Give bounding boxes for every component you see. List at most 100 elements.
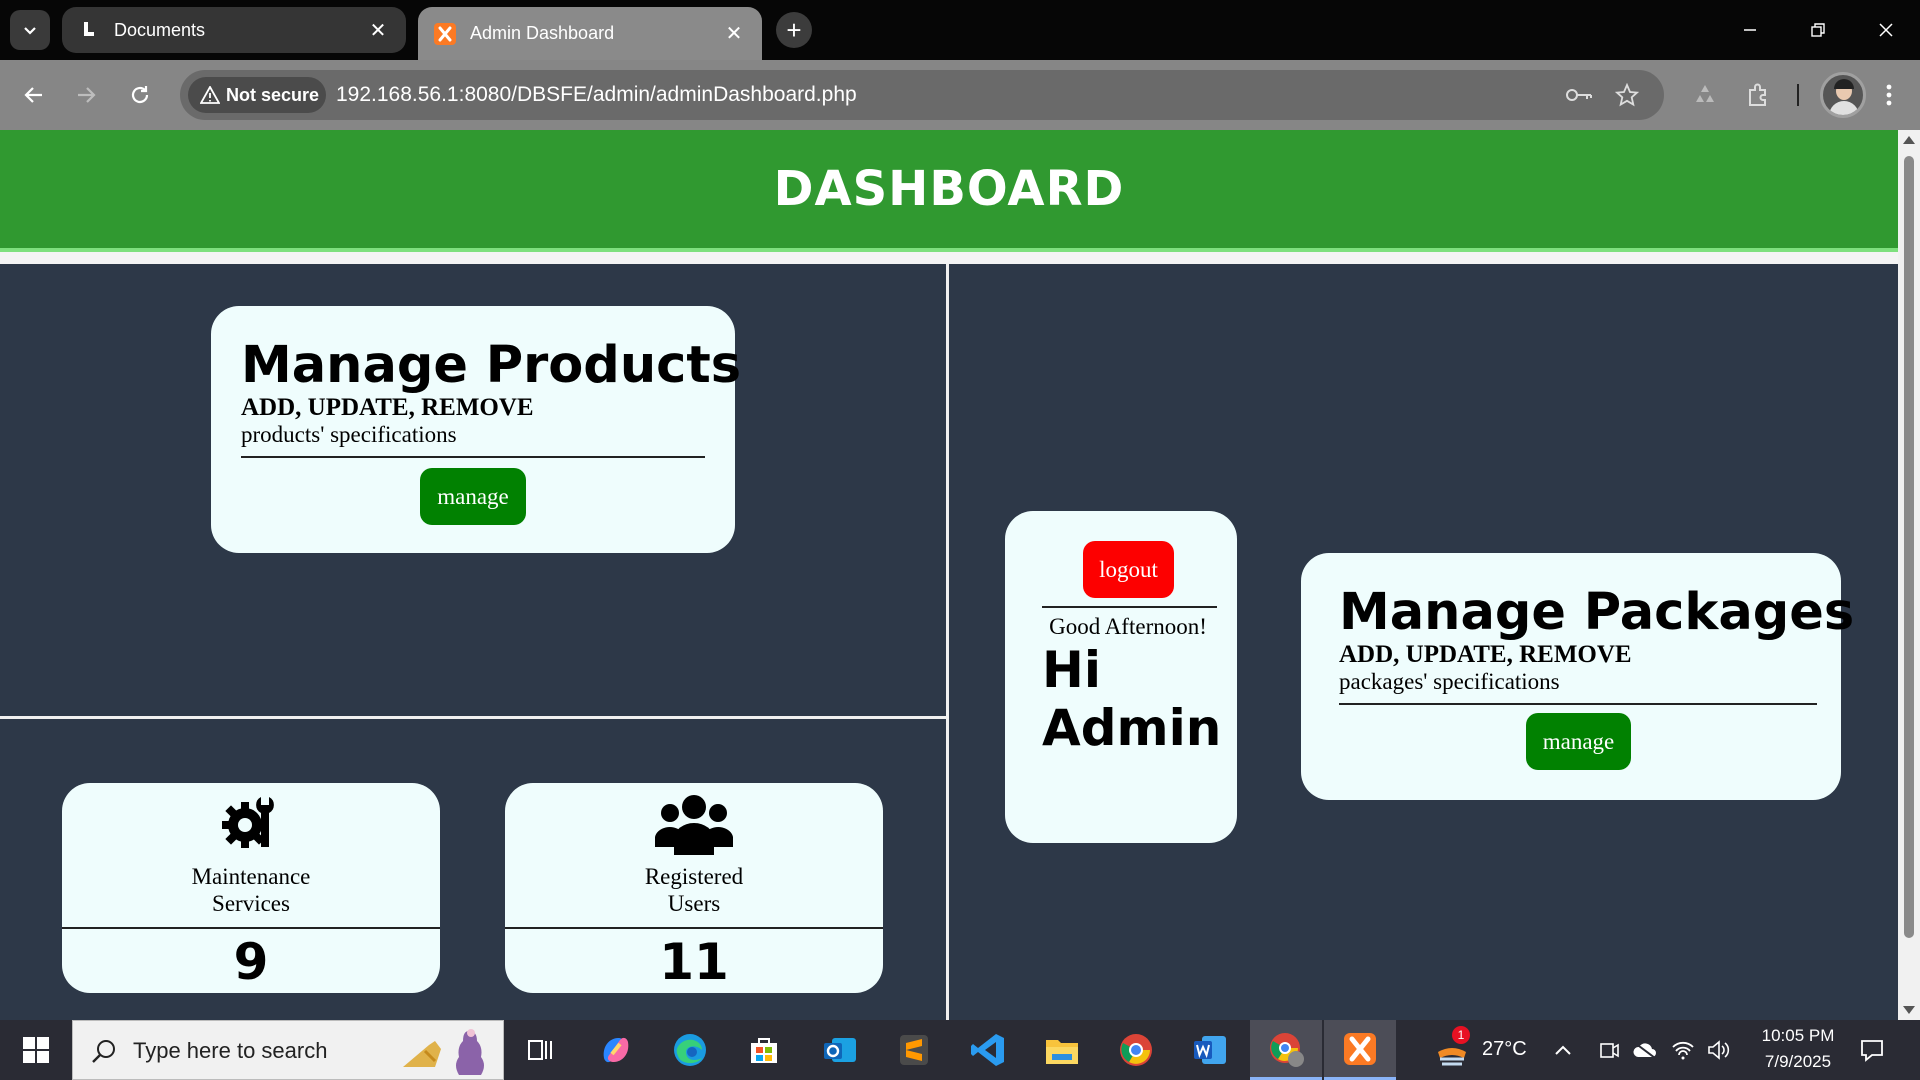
onedrive-icon[interactable] <box>1632 1026 1658 1074</box>
users-icon <box>655 789 733 857</box>
manage-products-button[interactable]: manage <box>420 468 526 525</box>
profile-avatar[interactable] <box>1820 72 1866 118</box>
meet-now-icon[interactable] <box>1596 1026 1622 1074</box>
wifi-icon[interactable] <box>1670 1026 1696 1074</box>
gear-wrench-icon <box>217 789 285 857</box>
address-bar[interactable]: Not secure 192.168.56.1:8080/DBSFE/admin… <box>180 70 1664 120</box>
scroll-down-icon[interactable] <box>1903 1006 1915 1014</box>
search-icon <box>92 1040 115 1063</box>
vscode-icon[interactable] <box>964 1026 1012 1074</box>
scroll-up-icon[interactable] <box>1903 136 1915 144</box>
taskbar-search-box[interactable]: Type here to search <box>72 1020 504 1080</box>
tab-title: Admin Dashboard <box>470 23 615 43</box>
notifications-icon[interactable] <box>1848 1026 1896 1074</box>
chrome-profile-icon[interactable] <box>1250 1020 1322 1080</box>
horizontal-divider <box>0 716 946 719</box>
show-hidden-icons-icon[interactable] <box>1548 1026 1578 1074</box>
label-line: Services <box>212 891 290 916</box>
card-title: Manage Packages <box>1339 583 1855 642</box>
label-line: Registered <box>644 864 744 889</box>
task-view-icon[interactable] <box>516 1026 564 1074</box>
weather-temperature[interactable]: 27°C <box>1482 1038 1527 1061</box>
scrollbar-thumb[interactable] <box>1904 156 1914 938</box>
close-window-button[interactable] <box>1852 0 1920 60</box>
close-icon[interactable]: ✕ <box>366 18 390 42</box>
chrome-icon[interactable] <box>1112 1026 1160 1074</box>
copilot-icon[interactable] <box>592 1026 640 1074</box>
arrow-right-icon <box>78 87 96 103</box>
bookmark-star-icon[interactable] <box>1612 80 1642 110</box>
restore-button[interactable] <box>1784 0 1852 60</box>
restore-icon <box>1811 23 1825 37</box>
search-placeholder: Type here to search <box>133 1038 328 1063</box>
search-highlight-illustration-icon <box>403 1029 484 1075</box>
toolbar-separator <box>1797 84 1799 106</box>
new-tab-button[interactable]: + <box>776 12 812 48</box>
clock-time[interactable]: 10:05 PM <box>1752 1026 1844 1046</box>
file-explorer-icon[interactable] <box>1038 1026 1086 1074</box>
more-menu-icon[interactable] <box>1872 78 1906 112</box>
manage-packages-button[interactable]: manage <box>1526 713 1631 770</box>
header-divider <box>0 252 1898 264</box>
card-divider <box>1339 703 1817 705</box>
admin-name: Admin <box>1042 699 1222 757</box>
card-description: products' specifications <box>241 422 457 447</box>
security-indicator[interactable]: Not secure <box>188 77 326 113</box>
registered-users-card: Registered Users 11 <box>505 783 883 993</box>
word-icon[interactable] <box>1186 1026 1234 1074</box>
label-line: Users <box>667 891 721 916</box>
greeting-card: logout Good Afternoon! Hi Admin <box>1005 511 1237 843</box>
microsoft-store-icon[interactable] <box>740 1026 788 1074</box>
edge-icon[interactable] <box>666 1026 714 1074</box>
tab-admin-dashboard[interactable]: Admin Dashboard ✕ <box>418 7 762 60</box>
minimize-button[interactable] <box>1716 0 1784 60</box>
card-actions: ADD, UPDATE, REMOVE <box>1339 641 1632 668</box>
reload-button[interactable] <box>120 75 160 115</box>
card-divider <box>1042 606 1217 608</box>
arrow-left-icon <box>24 87 42 103</box>
card-description: packages' specifications <box>1339 669 1560 694</box>
recycle-extension-icon[interactable] <box>1688 78 1722 112</box>
weather-badge: 1 <box>1452 1026 1470 1044</box>
tab-search-button[interactable] <box>10 10 50 50</box>
windows-logo-icon <box>23 1037 49 1063</box>
browser-tab-bar: Documents ✕ Admin Dashboard ✕ + <box>0 0 1920 60</box>
users-count: 11 <box>659 933 729 991</box>
warning-icon <box>200 86 220 104</box>
dashboard-header: DASHBOARD <box>0 130 1898 248</box>
password-key-icon[interactable] <box>1564 80 1594 110</box>
logout-button[interactable]: logout <box>1083 541 1174 598</box>
windows-taskbar: Type here to search 1 27°C 10:05 PM 7/9/… <box>0 1020 1920 1080</box>
start-button[interactable] <box>10 1020 62 1080</box>
page-title: DASHBOARD <box>773 161 1125 217</box>
card-title: Manage Products <box>241 336 742 395</box>
close-icon[interactable]: ✕ <box>722 22 746 46</box>
extensions-puzzle-icon[interactable] <box>1742 78 1776 112</box>
maintenance-count: 9 <box>233 933 269 991</box>
back-button[interactable] <box>14 75 54 115</box>
browser-toolbar: Not secure 192.168.56.1:8080/DBSFE/admin… <box>0 60 1920 130</box>
sublime-text-icon[interactable] <box>890 1026 938 1074</box>
greeting-hi: Hi <box>1042 641 1101 699</box>
card-divider <box>62 927 440 929</box>
chevron-down-icon <box>24 27 36 35</box>
volume-icon[interactable] <box>1706 1026 1732 1074</box>
tab-documents[interactable]: Documents ✕ <box>62 7 406 53</box>
forward-button[interactable] <box>66 75 106 115</box>
security-label: Not secure <box>226 84 320 105</box>
page-scrollbar[interactable] <box>1898 130 1920 1020</box>
outlook-icon[interactable] <box>816 1026 864 1074</box>
tab-title: Documents <box>114 19 206 40</box>
greeting-text: Good Afternoon! <box>1049 614 1207 639</box>
clock-date[interactable]: 7/9/2025 <box>1752 1052 1844 1072</box>
xampp-icon[interactable] <box>1324 1020 1396 1080</box>
card-actions: ADD, UPDATE, REMOVE <box>241 394 534 421</box>
maintenance-services-card: Maintenance Services 9 <box>62 783 440 993</box>
manage-products-card: Manage Products ADD, UPDATE, REMOVE prod… <box>211 306 741 553</box>
documents-favicon-icon <box>78 19 100 41</box>
minimize-icon <box>1744 29 1756 31</box>
vertical-divider <box>946 264 949 1020</box>
url-text[interactable]: 192.168.56.1:8080/DBSFE/admin/adminDashb… <box>336 70 857 120</box>
page-content: DASHBOARD Manage Products ADD, UPDATE, R… <box>0 130 1898 1020</box>
close-icon <box>1879 23 1893 37</box>
